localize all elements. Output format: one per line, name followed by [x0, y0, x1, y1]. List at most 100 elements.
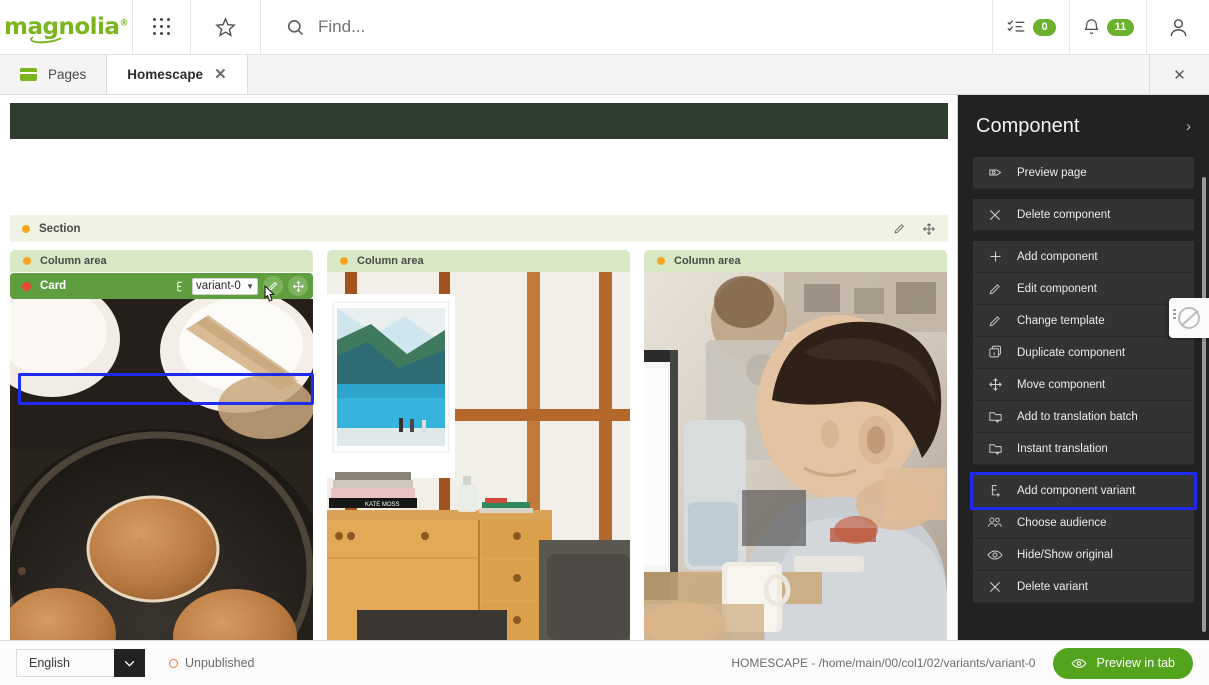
- column-area-1-label: Column area: [40, 255, 107, 267]
- panel-title: Component: [976, 114, 1080, 137]
- chevron-right-icon[interactable]: ›: [1186, 118, 1191, 135]
- logo-registered-mark: ®: [119, 18, 128, 29]
- panel-item-label: Change template: [1017, 314, 1105, 327]
- card-image-living-room[interactable]: KATE MOSS: [327, 272, 630, 640]
- panel-action-list: Preview page Delete component Add compon…: [958, 157, 1209, 623]
- panel-item-label: Add component: [1017, 250, 1098, 263]
- page-path-label: HOMESCAPE - /home/main/00/col1/02/varian…: [731, 656, 1036, 670]
- column-area-2-label: Column area: [357, 255, 424, 267]
- user-menu-button[interactable]: [1147, 0, 1209, 54]
- column-area-2[interactable]: Column area KATE MOSS: [327, 250, 630, 640]
- tab-pages[interactable]: Pages: [0, 55, 108, 94]
- favorites-button[interactable]: [191, 0, 261, 54]
- pencil-icon[interactable]: [893, 222, 906, 235]
- pencil-icon: [987, 282, 1003, 296]
- plus-icon: [987, 249, 1003, 264]
- panel-item-label: Edit component: [1017, 282, 1097, 295]
- notifications-button[interactable]: 11: [1070, 0, 1147, 54]
- variant-select-wrapper: variant-0 ▼: [192, 277, 258, 295]
- panel-scrollbar[interactable]: [1202, 177, 1206, 632]
- column-area-2-header[interactable]: Column area: [327, 250, 630, 272]
- panel-item-label: Choose audience: [1017, 516, 1107, 529]
- component-action-panel: Component › Preview page Delete componen…: [958, 95, 1209, 640]
- move-arrows-icon[interactable]: [922, 222, 936, 236]
- hero-banner[interactable]: [10, 103, 948, 139]
- panel-group-delete: Delete component: [973, 199, 1194, 231]
- column-area-1[interactable]: Column area Card variant-0 ▼: [10, 250, 313, 640]
- variant-icon: [174, 280, 187, 293]
- no-entry-icon: [1178, 307, 1200, 329]
- panel-item-add-component[interactable]: Add component: [973, 241, 1194, 273]
- chevron-down-icon[interactable]: [114, 649, 145, 677]
- tab-close-icon[interactable]: ✕: [214, 67, 227, 82]
- panel-item-edit-component[interactable]: Edit component: [973, 273, 1194, 305]
- panel-item-instant-translation[interactable]: Instant translation: [973, 433, 1194, 465]
- tab-pages-label: Pages: [48, 67, 87, 82]
- section-bar[interactable]: Section: [10, 215, 948, 242]
- card-component-label: Card: [40, 280, 67, 292]
- user-avatar-icon: [1167, 16, 1190, 39]
- tasks-count-badge: 0: [1033, 18, 1056, 36]
- column-area-3[interactable]: Column area: [644, 250, 947, 640]
- tab-bar: Pages Homescape ✕ ✕: [0, 55, 1209, 95]
- status-dot-icon: [657, 257, 665, 265]
- duplicate-icon: [987, 345, 1003, 360]
- status-dot-icon: [22, 224, 30, 233]
- status-dot-icon: [23, 257, 31, 265]
- panel-item-label: Instant translation: [1017, 442, 1108, 455]
- language-label: English: [16, 649, 114, 677]
- preview-in-tab-label: Preview in tab: [1096, 656, 1175, 670]
- logo-text: magnolia®: [4, 14, 128, 46]
- panel-item-hide-show-original[interactable]: Hide/Show original: [973, 539, 1194, 571]
- panel-item-move-component[interactable]: Move component: [973, 369, 1194, 401]
- preview-in-tab-button[interactable]: Preview in tab: [1053, 647, 1193, 679]
- status-dot-icon: [340, 257, 348, 265]
- card-image-office-worker[interactable]: [644, 272, 947, 640]
- close-x-icon: [987, 208, 1003, 222]
- search-icon: [286, 18, 305, 37]
- status-ring-icon: [169, 658, 178, 668]
- panel-item-add-to-translation-batch[interactable]: Add to translation batch: [973, 401, 1194, 433]
- pages-icon: [20, 68, 37, 81]
- pencil-icon: [987, 314, 1003, 328]
- card-image-pancakes[interactable]: [10, 299, 313, 640]
- section-actions: [893, 222, 936, 236]
- column-area-3-header[interactable]: Column area: [644, 250, 947, 272]
- panel-group-variant-actions: Add component variant Choose audience Hi…: [970, 472, 1197, 603]
- panel-item-add-component-variant[interactable]: Add component variant: [970, 472, 1197, 510]
- tasks-button[interactable]: 0: [993, 0, 1070, 54]
- variant-add-icon: [987, 483, 1003, 498]
- panel-item-label: Duplicate component: [1017, 346, 1126, 359]
- audience-group-icon: [987, 515, 1003, 530]
- section-label: Section: [39, 222, 81, 235]
- panel-item-delete-component[interactable]: Delete component: [973, 199, 1194, 231]
- panel-item-duplicate-component[interactable]: Duplicate component: [973, 337, 1194, 369]
- folder-add-icon: [987, 441, 1003, 456]
- panel-item-preview-page[interactable]: Preview page: [973, 157, 1194, 189]
- top-navigation-bar: magnolia® Find... 0 11: [0, 0, 1209, 55]
- magnolia-page-editor: magnolia® Find... 0 11 Pages Homescape ✕…: [0, 0, 1209, 685]
- variant-select[interactable]: variant-0: [192, 277, 258, 295]
- page-canvas: Section Column area Card variant-0 ▼ Col…: [0, 95, 958, 640]
- panel-item-label: Preview page: [1017, 166, 1087, 179]
- panel-item-change-template[interactable]: Change template: [973, 305, 1194, 337]
- eye-icon: [987, 548, 1003, 562]
- search-bar[interactable]: [261, 0, 993, 54]
- close-editor-button[interactable]: ✕: [1150, 55, 1209, 94]
- panel-item-delete-variant[interactable]: Delete variant: [973, 571, 1194, 603]
- move-arrows-icon: [987, 377, 1003, 392]
- apps-launcher-button[interactable]: [133, 0, 191, 54]
- columns-container: Column area Card variant-0 ▼ Column area…: [10, 250, 948, 640]
- publication-status: Unpublished: [169, 656, 255, 670]
- card-move-button[interactable]: [288, 276, 308, 296]
- magnolia-logo[interactable]: magnolia®: [0, 0, 133, 54]
- search-input[interactable]: [318, 17, 698, 37]
- svg-text:KATE MOSS: KATE MOSS: [365, 502, 400, 508]
- mouse-cursor-pointer: [262, 285, 278, 305]
- panel-group-preview: Preview page: [973, 157, 1194, 189]
- tasks-checklist-icon: [1006, 18, 1027, 37]
- column-area-1-header[interactable]: Column area: [10, 250, 313, 272]
- language-selector[interactable]: English: [16, 649, 145, 677]
- tab-homescape[interactable]: Homescape ✕: [107, 55, 248, 94]
- panel-item-choose-audience[interactable]: Choose audience: [973, 507, 1194, 539]
